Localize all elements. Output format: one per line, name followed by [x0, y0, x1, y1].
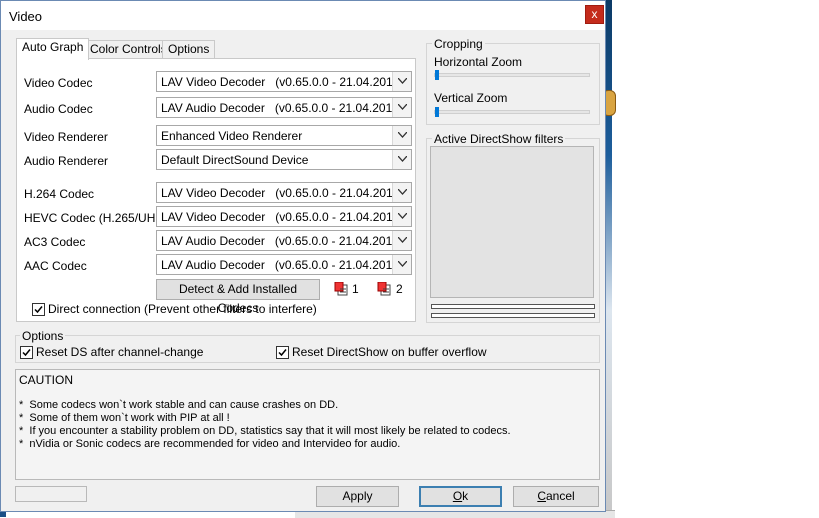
audio-codec-value: LAV Audio Decoder (v0.65.0.0 - 21.04.201… [161, 101, 403, 115]
cancel-label-rest: ancel [545, 489, 575, 503]
h264-codec-value: LAV Video Decoder (v0.65.0.0 - 21.04.201… [161, 186, 404, 200]
chevron-down-icon [392, 255, 411, 274]
codec-button-2-label: 2 [396, 282, 403, 296]
hevc-codec-label: HEVC Codec (H.265/UHD) [24, 211, 169, 225]
ac3-codec-label: AC3 Codec [24, 235, 86, 249]
ac3-codec-value: LAV Audio Decoder (v0.65.0.0 - 21.04.201… [161, 234, 403, 248]
horizontal-zoom-slider[interactable] [435, 70, 439, 80]
tab-options[interactable]: Options [162, 40, 216, 59]
video-codec-select[interactable]: LAV Video Decoder (v0.65.0.0 - 21.04.201… [156, 71, 412, 92]
video-renderer-select[interactable]: Enhanced Video Renderer [156, 125, 412, 146]
video-dialog: Video x Auto Graph Color Controls Option… [0, 0, 606, 512]
video-renderer-value: Enhanced Video Renderer [161, 129, 303, 143]
chevron-down-icon [392, 98, 411, 117]
video-renderer-label: Video Renderer [24, 130, 108, 144]
caution-line: * Some codecs won`t work stable and can … [19, 399, 339, 411]
codec-button-1-label: 1 [352, 282, 359, 296]
checkmark-icon [34, 306, 43, 314]
chevron-down-icon [392, 183, 411, 202]
tab-auto-graph[interactable]: Auto Graph [16, 38, 90, 60]
chevron-down-icon [392, 231, 411, 250]
aac-codec-select[interactable]: LAV Audio Decoder (v0.65.0.0 - 21.04.201… [156, 254, 412, 275]
cancel-accelerator: C [537, 489, 546, 503]
vertical-zoom-track [434, 110, 590, 114]
chevron-down-icon [392, 207, 411, 226]
status-field [15, 486, 87, 502]
hevc-codec-value: LAV Video Decoder (v0.65.0.0 - 21.04.201… [161, 210, 404, 224]
caution-box: CAUTION * Some codecs won`t work stable … [15, 369, 600, 480]
filter-settings-icon[interactable] [334, 281, 348, 296]
reset-ds-label: Reset DS after channel-change [36, 345, 204, 359]
reset-directshow-label: Reset DirectShow on buffer overflow [292, 345, 487, 359]
direct-connection-label: Direct connection (Prevent other filters… [48, 302, 317, 316]
vertical-zoom-slider[interactable] [435, 107, 439, 117]
aac-codec-label: AAC Codec [24, 259, 87, 273]
audio-renderer-value: Default DirectSound Device [161, 153, 309, 167]
ok-button[interactable]: Ok [419, 486, 502, 507]
ok-label-rest: k [462, 489, 469, 503]
reset-ds-checkbox[interactable] [20, 346, 33, 359]
chevron-down-icon [392, 72, 411, 91]
h264-codec-label: H.264 Codec [24, 187, 95, 201]
cropping-legend: Cropping [432, 37, 485, 51]
caution-title: CAUTION [19, 373, 73, 387]
title-bar: Video x [1, 1, 605, 30]
audio-codec-select[interactable]: LAV Audio Decoder (v0.65.0.0 - 21.04.201… [156, 97, 412, 118]
caution-line: * Some of them won`t work with PIP at al… [19, 412, 230, 424]
horizontal-zoom-label: Horizontal Zoom [434, 55, 523, 69]
audio-renderer-label: Audio Renderer [24, 154, 109, 168]
audio-codec-label: Audio Codec [24, 102, 93, 116]
vertical-zoom-label: Vertical Zoom [434, 91, 508, 105]
filters-list[interactable] [430, 146, 594, 298]
chevron-down-icon [392, 126, 411, 145]
window-title: Video [9, 9, 43, 24]
tab-color-controls[interactable]: Color Controls [84, 40, 173, 59]
chevron-down-icon [392, 150, 411, 169]
ok-accelerator: O [452, 489, 463, 503]
checkmark-icon [22, 349, 31, 357]
filter-bar-2 [431, 313, 595, 318]
caution-line: * nVidia or Sonic codecs are recommended… [19, 438, 401, 450]
options-legend: Options [20, 329, 66, 343]
filters-legend: Active DirectShow filters [432, 132, 566, 146]
audio-renderer-select[interactable]: Default DirectSound Device [156, 149, 412, 170]
h264-codec-select[interactable]: LAV Video Decoder (v0.65.0.0 - 21.04.201… [156, 182, 412, 203]
filter-settings-icon[interactable] [377, 281, 391, 296]
filter-bar-1 [431, 304, 595, 309]
direct-connection-checkbox[interactable] [32, 303, 45, 316]
detect-codecs-button[interactable]: Detect & Add Installed Codecs [156, 279, 320, 315]
apply-button[interactable]: Apply [316, 486, 399, 507]
checkmark-icon [278, 349, 287, 357]
video-codec-label: Video Codec [24, 76, 93, 90]
close-button[interactable]: x [585, 5, 604, 24]
caution-line: * If you encounter a stability problem o… [19, 425, 511, 437]
hevc-codec-select[interactable]: LAV Video Decoder (v0.65.0.0 - 21.04.201… [156, 206, 412, 227]
reset-directshow-checkbox[interactable] [276, 346, 289, 359]
cancel-button[interactable]: Cancel [513, 486, 599, 507]
horizontal-zoom-track [434, 73, 590, 77]
ac3-codec-select[interactable]: LAV Audio Decoder (v0.65.0.0 - 21.04.201… [156, 230, 412, 251]
video-codec-value: LAV Video Decoder (v0.65.0.0 - 21.04.201… [161, 75, 404, 89]
aac-codec-value: LAV Audio Decoder (v0.65.0.0 - 21.04.201… [161, 258, 403, 272]
